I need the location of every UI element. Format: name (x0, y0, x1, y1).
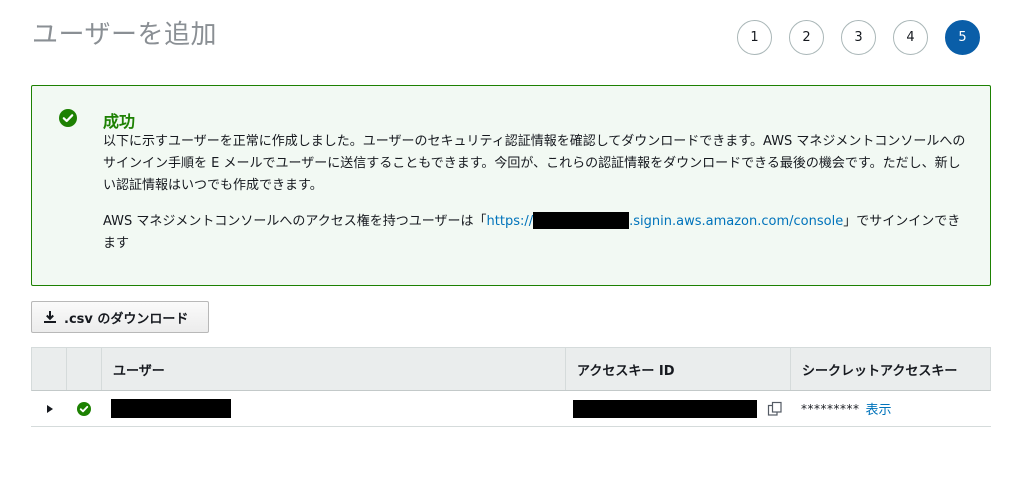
caret-right-icon[interactable] (46, 404, 53, 413)
header-status (67, 348, 102, 390)
step-4[interactable]: 4 (893, 20, 928, 55)
secret-key-cell: ********* 表示 (790, 391, 991, 426)
download-icon (44, 311, 56, 323)
success-alert: 成功 以下に示すユーザーを正常に作成しました。ユーザーのセキュリティ認証情報を確… (31, 85, 991, 286)
step-5[interactable]: 5 (945, 20, 980, 55)
success-check-icon (76, 401, 91, 416)
step-1[interactable]: 1 (737, 20, 772, 55)
signin-url-prefix: https:// (486, 214, 534, 229)
show-secret-link[interactable]: 表示 (866, 399, 892, 418)
header-expand (32, 348, 67, 390)
user-cell (101, 391, 565, 426)
success-check-icon (59, 109, 77, 127)
expand-cell[interactable] (31, 391, 66, 426)
wizard-steps: 1 2 3 4 5 (737, 20, 980, 55)
copy-icon[interactable] (767, 401, 783, 417)
redacted-access-key (573, 399, 757, 418)
redacted-username (111, 399, 231, 418)
page-title: ユーザーを追加 (32, 20, 217, 50)
users-table: ユーザー アクセスキー ID シークレットアクセスキー ********* 表示 (31, 347, 991, 427)
status-cell (66, 391, 101, 426)
step-3[interactable]: 3 (841, 20, 876, 55)
alert-body: 以下に示すユーザーを正常に作成しました。ユーザーのセキュリティ認証情報を確認して… (103, 131, 973, 255)
redacted-account-id (533, 211, 630, 229)
signin-url-link[interactable]: https:// .signin.aws.amazon.com/console (486, 211, 844, 229)
access-key-cell (565, 391, 790, 426)
header-secret-access-key[interactable]: シークレットアクセスキー (791, 348, 990, 390)
header-access-key-id[interactable]: アクセスキー ID (566, 348, 791, 390)
download-csv-button[interactable]: .csv のダウンロード (31, 301, 209, 333)
header-user[interactable]: ユーザー (102, 348, 566, 390)
download-csv-label: .csv のダウンロード (64, 311, 189, 327)
secret-key-mask: ********* (801, 401, 860, 416)
signin-message-prefix: AWS マネジメントコンソールへのアクセス権を持つユーザーは「 (103, 214, 487, 229)
alert-message: 以下に示すユーザーを正常に作成しました。ユーザーのセキュリティ認証情報を確認して… (103, 134, 966, 193)
step-2[interactable]: 2 (789, 20, 824, 55)
table-row: ********* 表示 (31, 391, 991, 427)
signin-url-message: AWS マネジメントコンソールへのアクセス権を持つユーザーは「https://.… (103, 211, 973, 255)
signin-url-suffix: .signin.aws.amazon.com/console (629, 214, 844, 229)
table-header: ユーザー アクセスキー ID シークレットアクセスキー (31, 347, 991, 391)
alert-title: 成功 (103, 112, 136, 131)
